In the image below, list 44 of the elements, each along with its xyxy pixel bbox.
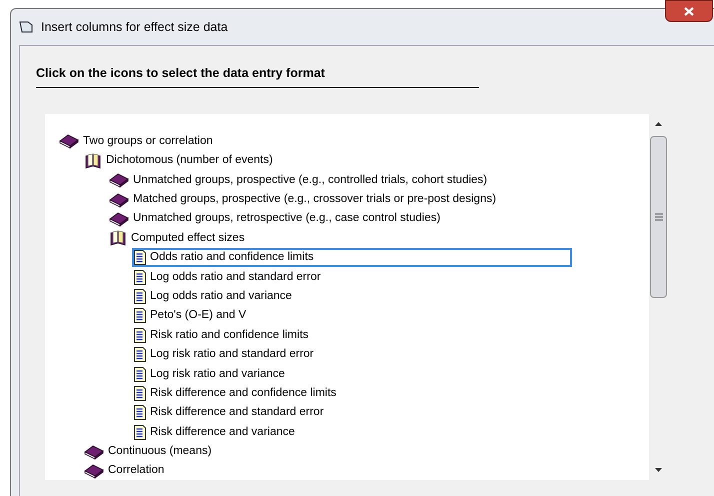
document-icon [134, 366, 146, 382]
close-icon [684, 6, 694, 16]
document-icon [134, 289, 146, 304]
grip-icon [654, 212, 662, 221]
tree-item[interactable]: Peto's (O-E) and V [132, 306, 252, 326]
tree-item[interactable]: Two groups or correlation [57, 132, 219, 151]
document-icon [134, 347, 146, 362]
open-book-icon [109, 230, 127, 246]
tree-item[interactable]: Risk ratio and confidence limits [132, 326, 315, 345]
document-icon [134, 270, 146, 285]
tree-item[interactable]: Risk difference and variance [132, 422, 301, 442]
document-icon [134, 308, 146, 324]
tree-item[interactable]: Log odds ratio and variance [132, 287, 298, 306]
tree-item[interactable]: Log risk ratio and variance [132, 364, 291, 384]
tree-item[interactable]: Correlation [82, 462, 170, 480]
tree-item[interactable]: Dichotomous (number of events) [82, 151, 279, 170]
scroll-down-icon [655, 468, 662, 472]
window-icon [19, 21, 33, 33]
tree-item[interactable]: Risk difference and confidence limits [132, 384, 342, 404]
tree-item[interactable]: Matched groups, prospective (e.g., crossover trials or pre-post designs) [107, 190, 502, 210]
open-book-icon [84, 152, 102, 169]
close-button[interactable] [665, 0, 713, 22]
tree-item[interactable]: Risk difference and standard error [132, 403, 330, 422]
document-icon [134, 405, 146, 420]
tree-item[interactable]: Log odds ratio and standard error [132, 268, 327, 287]
document-icon [134, 424, 146, 440]
scroll-up-icon [655, 122, 662, 126]
document-icon [134, 250, 146, 266]
document-icon [134, 328, 146, 343]
tree-item[interactable]: Unmatched groups, prospective (e.g., controlled trials, cohort studies) [107, 170, 494, 190]
tree-item[interactable]: Computed effect sizes [107, 228, 251, 248]
instruction-heading: Click on the icons to select the data entry format [36, 64, 479, 88]
window-title: Insert columns for effect size data [41, 18, 228, 36]
tree-item[interactable]: Log risk ratio and standard error [132, 345, 320, 364]
tree-item[interactable]: Unmatched groups, retrospective (e.g., case control studies) [107, 210, 446, 228]
book-icon [109, 211, 129, 227]
document-icon [134, 386, 146, 402]
book-icon [109, 172, 129, 188]
book-icon [84, 444, 104, 460]
book-icon [59, 133, 79, 150]
book-icon [109, 192, 129, 208]
tree-item[interactable]: Odds ratio and confidence limits [132, 248, 572, 268]
scroll-thumb[interactable] [650, 136, 667, 298]
tree-item[interactable]: Continuous (means) [82, 442, 218, 462]
